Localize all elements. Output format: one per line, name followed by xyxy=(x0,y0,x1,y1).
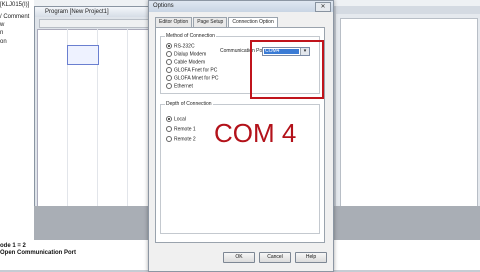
group-label: Method of Connection xyxy=(165,33,216,39)
close-icon[interactable]: ✕ xyxy=(315,2,331,12)
status-text: ode 1 = 2 xyxy=(0,243,26,249)
radio-icon xyxy=(166,59,172,65)
background-editor xyxy=(340,18,478,210)
tree-item[interactable]: / Comment xyxy=(0,14,29,20)
tab-editor-option[interactable]: Editor Option xyxy=(155,17,193,27)
radio-ethernet[interactable]: Ethernet xyxy=(166,83,193,89)
dialog-title: Options xyxy=(153,3,174,9)
background-toolbar xyxy=(336,6,480,14)
radio-icon xyxy=(166,83,172,89)
radio-selected-icon xyxy=(166,43,172,49)
radio-icon xyxy=(166,136,172,142)
cancel-button[interactable]: Cancel xyxy=(259,252,291,263)
tab-page-setup[interactable]: Page Setup xyxy=(193,17,228,27)
tree-item[interactable]: w xyxy=(0,22,4,28)
program-toolbar xyxy=(39,19,151,28)
radio-local[interactable]: Local xyxy=(166,116,186,122)
tree-item[interactable]: n xyxy=(0,30,3,36)
radio-icon xyxy=(166,51,172,57)
radio-dialup-modem[interactable]: Dialup Modem xyxy=(166,51,206,57)
cell-cursor[interactable] xyxy=(67,45,99,65)
program-window: Program [New Project1] xyxy=(34,6,156,218)
radio-icon xyxy=(166,67,172,73)
highlight-box xyxy=(250,40,324,99)
tab-strip: Editor Option Page Setup Connection Opti… xyxy=(155,17,279,28)
tree-item[interactable]: on xyxy=(0,39,7,45)
status-text: Open Communication Port xyxy=(0,250,77,256)
background-window xyxy=(336,6,480,216)
program-window-title: Program [New Project1] xyxy=(35,7,155,17)
project-tree-panel: [KLJ015(I)] / Comment w n on xyxy=(0,0,34,270)
radio-cable-modem[interactable]: Cable Modem xyxy=(166,59,205,65)
radio-remote-1[interactable]: Remote 1 xyxy=(166,126,196,132)
radio-icon xyxy=(166,126,172,132)
radio-rs232c[interactable]: RS-232C xyxy=(166,43,195,49)
help-button[interactable]: Help xyxy=(295,252,327,263)
radio-selected-icon xyxy=(166,116,172,122)
group-label: Depth of Connection xyxy=(165,101,213,107)
grid-line xyxy=(127,29,128,209)
dialog-titlebar[interactable]: Options ✕ xyxy=(149,1,333,12)
com-port-annotation: COM 4 xyxy=(214,118,297,148)
radio-glofa-fnet[interactable]: GLOFA Fnet for PC xyxy=(166,67,217,73)
radio-remote-2[interactable]: Remote 2 xyxy=(166,136,196,142)
ok-button[interactable]: OK xyxy=(223,252,255,263)
tree-item[interactable]: [KLJ015(I)] xyxy=(0,2,29,8)
radio-glofa-mnet[interactable]: GLOFA Mnet for PC xyxy=(166,75,218,81)
radio-icon xyxy=(166,75,172,81)
